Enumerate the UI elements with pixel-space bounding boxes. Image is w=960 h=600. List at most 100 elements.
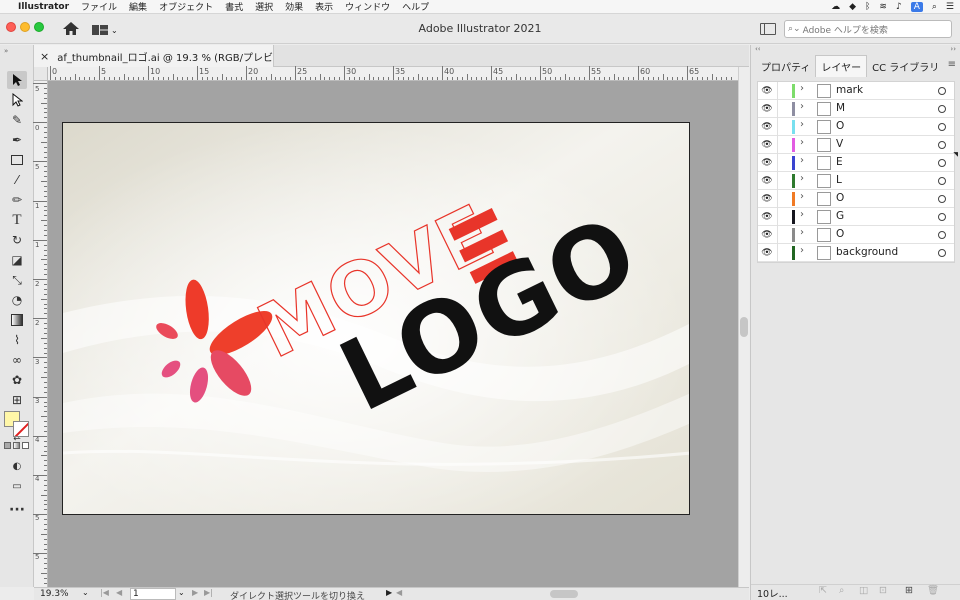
input-source-icon[interactable]: A <box>910 2 923 12</box>
clipping-mask-icon[interactable]: ◫ <box>859 585 868 596</box>
lock-toggle[interactable] <box>777 136 778 154</box>
menu-edit[interactable]: 編集 <box>123 0 153 13</box>
first-artboard-icon[interactable]: |◀ <box>100 588 109 597</box>
layer-name[interactable]: background <box>836 246 898 258</box>
visibility-eye-icon[interactable]: 👁 <box>760 246 774 260</box>
layer-row[interactable]: 👁 › M <box>758 100 954 118</box>
vertical-ruler[interactable]: 5 0 5 1 1 2 2 3 3 4 4 5 5 <box>33 81 48 589</box>
stroke-color-swatch[interactable] <box>13 421 29 437</box>
lock-toggle[interactable] <box>777 100 778 118</box>
spotlight-icon[interactable]: ⌕ <box>932 2 937 12</box>
blend-tool-icon[interactable]: ∞ <box>7 351 27 369</box>
dropbox-icon[interactable]: ◆ <box>849 2 856 12</box>
layer-row[interactable]: 👁 › E <box>758 154 954 172</box>
tab-cc-libraries[interactable]: CC ライブラリ <box>867 55 944 77</box>
layer-row[interactable]: 👁 › background <box>758 244 954 262</box>
scale-tool-icon[interactable]: ⤡ <box>7 271 27 289</box>
menu-file[interactable]: ファイル <box>75 0 123 13</box>
artboard-dropdown-icon[interactable]: ⌄ <box>178 588 185 597</box>
control-center-icon[interactable]: ☰ <box>946 2 954 12</box>
export-icon[interactable]: ⇱ <box>819 585 827 596</box>
target-circle-icon[interactable] <box>938 141 946 149</box>
menu-help[interactable]: ヘルプ <box>396 0 435 13</box>
menu-select[interactable]: 選択 <box>249 0 279 13</box>
horizontal-scroll-thumb[interactable] <box>550 590 578 598</box>
gradient-mode-icon[interactable] <box>13 442 20 449</box>
color-mode-icon[interactable] <box>4 442 11 449</box>
creative-cloud-icon[interactable]: ☁ <box>831 2 840 12</box>
artboard[interactable]: MOVE LOGO <box>62 122 690 515</box>
expand-chevron-icon[interactable]: › <box>800 101 804 112</box>
home-button[interactable] <box>62 21 82 37</box>
layer-row[interactable]: 👁 › V <box>758 136 954 154</box>
lock-toggle[interactable] <box>777 154 778 172</box>
visibility-eye-icon[interactable]: 👁 <box>760 138 774 152</box>
menu-view[interactable]: 表示 <box>309 0 339 13</box>
type-tool-icon[interactable]: T <box>7 211 27 229</box>
wifi-icon[interactable]: ≋ <box>879 2 887 12</box>
menu-illustrator[interactable]: Illustrator <box>12 2 75 12</box>
target-circle-icon[interactable] <box>938 195 946 203</box>
collapse-dock-left-icon[interactable]: ‹‹ <box>755 45 761 53</box>
vertical-scrollbar[interactable] <box>738 67 749 587</box>
lock-toggle[interactable] <box>777 82 778 100</box>
next-artboard-icon[interactable]: ▶ <box>192 588 198 597</box>
gradient-tool-icon[interactable] <box>7 311 27 329</box>
visibility-eye-icon[interactable]: 👁 <box>760 228 774 242</box>
menu-type[interactable]: 書式 <box>219 0 249 13</box>
edit-toolbar-icon[interactable]: ··· <box>7 501 27 519</box>
help-search-field[interactable]: ⌕⌄ Adobe ヘルプを検索 <box>784 20 952 38</box>
panel-toggle-icon[interactable] <box>760 23 776 35</box>
lock-toggle[interactable] <box>777 208 778 226</box>
locate-object-icon[interactable]: ⌕ <box>839 585 844 596</box>
window-zoom-button[interactable] <box>34 22 44 32</box>
document-tab[interactable]: × af_thumbnail_ロゴ.ai @ 19.3 % (RGB/プレビュー… <box>34 45 274 67</box>
lock-toggle[interactable] <box>777 244 778 262</box>
previous-artboard-icon[interactable]: ◀ <box>116 588 122 597</box>
volume-icon[interactable]: ♪ <box>896 2 902 12</box>
layer-name[interactable]: mark <box>836 84 863 96</box>
draw-mode-icon[interactable]: ◐ <box>7 457 27 475</box>
zoom-level[interactable]: 19.3% <box>40 589 69 599</box>
shape-builder-tool-icon[interactable]: ◔ <box>7 291 27 309</box>
horizontal-ruler[interactable]: 051015202530354045505560657075 <box>48 66 797 81</box>
tab-properties[interactable]: プロパティ <box>756 55 815 77</box>
status-menu-icon[interactable]: ▶ <box>386 588 392 597</box>
expand-chevron-icon[interactable]: › <box>800 155 804 166</box>
target-circle-icon[interactable] <box>938 177 946 185</box>
expand-chevron-icon[interactable]: › <box>800 191 804 202</box>
layer-row[interactable]: 👁 › mark <box>758 82 954 100</box>
layer-row[interactable]: 👁 › L <box>758 172 954 190</box>
menu-window[interactable]: ウィンドウ <box>339 0 396 13</box>
paintbrush-tool-icon[interactable]: ⁄ <box>7 171 27 189</box>
target-circle-icon[interactable] <box>938 87 946 95</box>
expand-chevron-icon[interactable]: › <box>800 227 804 238</box>
layer-name[interactable]: G <box>836 210 844 222</box>
layer-row[interactable]: 👁 › G <box>758 208 954 226</box>
tab-layers[interactable]: レイヤー <box>815 55 868 77</box>
rotate-tool-icon[interactable]: ↻ <box>7 231 27 249</box>
target-circle-icon[interactable] <box>938 231 946 239</box>
new-sublayer-icon[interactable]: ⊡ <box>879 585 887 596</box>
eraser-tool-icon[interactable]: ◪ <box>7 251 27 269</box>
lock-toggle[interactable] <box>777 190 778 208</box>
rectangle-tool-icon[interactable] <box>7 151 27 169</box>
scroll-thumb[interactable] <box>740 317 748 337</box>
window-close-button[interactable] <box>6 22 16 32</box>
layer-row[interactable]: 👁 › O <box>758 226 954 244</box>
delete-layer-icon[interactable]: 🗑 <box>927 585 939 596</box>
target-circle-icon[interactable] <box>938 159 946 167</box>
expand-chevron-icon[interactable]: › <box>800 173 804 184</box>
expand-chevron-icon[interactable]: › <box>800 209 804 220</box>
visibility-eye-icon[interactable]: 👁 <box>760 174 774 188</box>
visibility-eye-icon[interactable]: 👁 <box>760 210 774 224</box>
expand-chevron-icon[interactable]: › <box>800 119 804 130</box>
layer-name[interactable]: M <box>836 102 845 114</box>
scroll-left-icon[interactable]: ◀ <box>396 588 402 597</box>
layer-name[interactable]: L <box>836 174 842 186</box>
last-artboard-icon[interactable]: ▶| <box>204 588 213 597</box>
screen-mode-icon[interactable]: ▭ <box>7 477 27 495</box>
new-layer-icon[interactable]: ⊞ <box>905 585 913 596</box>
artboard-number-field[interactable]: 1 <box>130 588 176 600</box>
pen-tool-icon[interactable]: ✒ <box>7 131 27 149</box>
